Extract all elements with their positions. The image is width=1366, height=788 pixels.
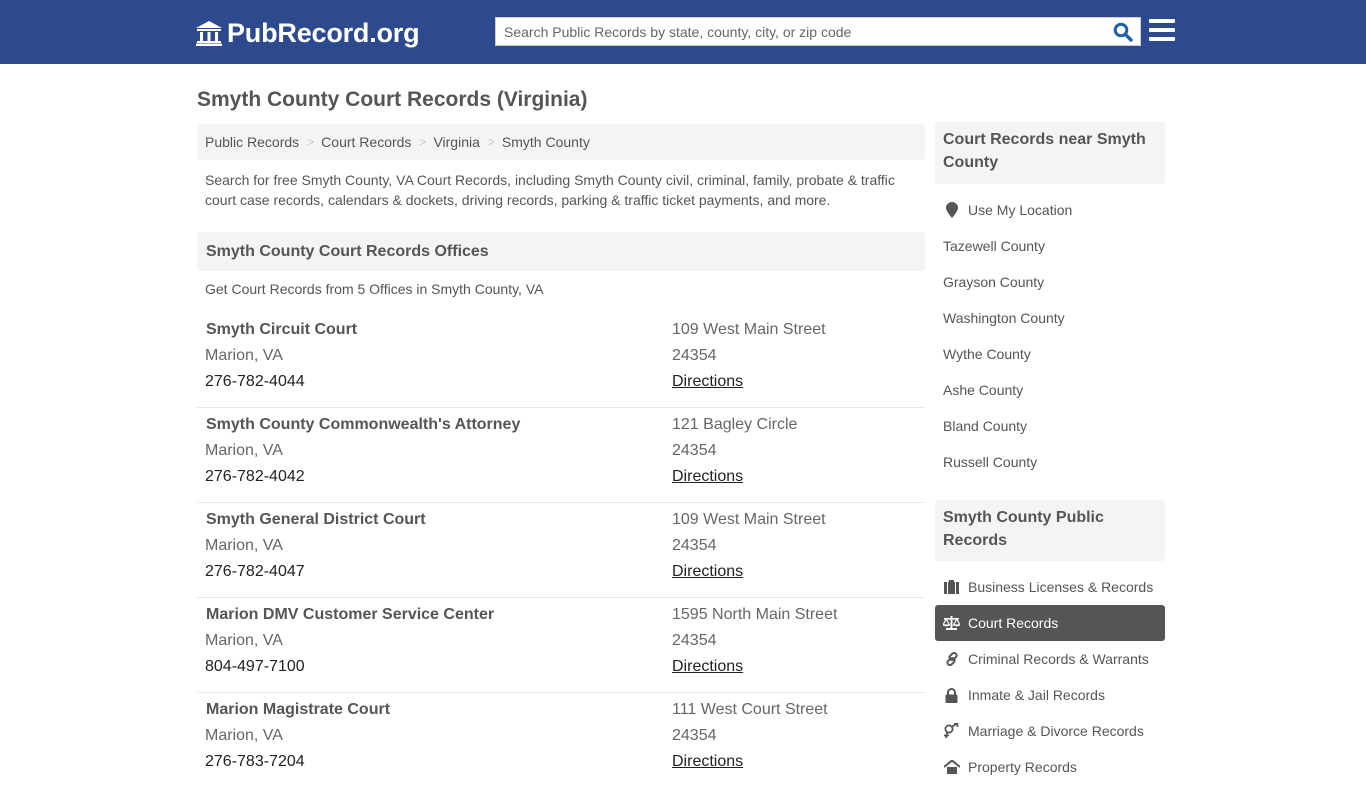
home-icon: [943, 759, 960, 775]
office-phone[interactable]: 276-783-7204: [205, 753, 305, 771]
office-phone[interactable]: 276-782-4047: [205, 563, 305, 581]
use-my-location-label: Use My Location: [968, 202, 1073, 218]
office-address: 111 West Court Street: [672, 701, 828, 718]
site-brand-name: PubRecord.org: [227, 17, 420, 48]
offices-section-heading: Smyth County Court Records Offices: [197, 232, 925, 271]
public-records-section-heading: Smyth County Public Records: [935, 500, 1165, 561]
nearby-county-link[interactable]: Ashe County: [935, 372, 1165, 408]
office-name: Marion DMV Customer Service Center: [206, 606, 495, 623]
office-city: Marion, VA: [205, 537, 283, 554]
office-city: Marion, VA: [205, 442, 283, 459]
link-icon: [943, 651, 960, 667]
sidebar-item-label: Marriage & Divorce Records: [968, 723, 1144, 739]
nearby-county-link[interactable]: Bland County: [935, 408, 1165, 444]
office-phone[interactable]: 276-782-4044: [205, 373, 305, 391]
directions-link[interactable]: Directions: [672, 753, 743, 771]
directions-link[interactable]: Directions: [672, 563, 743, 581]
search-input[interactable]: [496, 18, 1106, 45]
nearby-section-heading: Court Records near Smyth County: [935, 122, 1165, 184]
breadcrumb-separator: >: [419, 135, 427, 149]
gender-icon: [943, 723, 960, 739]
office-zip: 24354: [672, 727, 717, 744]
search-icon: [1113, 22, 1133, 42]
breadcrumb-court-records[interactable]: Court Records: [321, 134, 411, 150]
breadcrumb-separator: >: [307, 135, 315, 149]
office-address: 109 West Main Street: [672, 321, 826, 338]
sidebar-item-label: Inmate & Jail Records: [968, 687, 1105, 703]
office-listing: Smyth General District Court Marion, VA …: [197, 503, 925, 598]
briefcase-icon: [943, 579, 960, 595]
hamburger-menu-button[interactable]: [1149, 19, 1176, 43]
use-my-location-button[interactable]: Use My Location: [935, 192, 1165, 228]
intro-paragraph: Search for free Smyth County, VA Court R…: [205, 172, 895, 208]
directions-link[interactable]: Directions: [672, 658, 743, 676]
sidebar-item-criminal-records[interactable]: Criminal Records & Warrants: [935, 641, 1165, 677]
offices-count-text: Get Court Records from 5 Offices in Smyt…: [205, 281, 544, 297]
bank-building-icon: [196, 21, 222, 46]
sidebar-item-label: Property Records: [968, 759, 1077, 775]
sidebar-item-label: Court Records: [968, 615, 1059, 631]
sidebar-item-inmate-records[interactable]: Inmate & Jail Records: [935, 677, 1165, 713]
sidebar-item-business-licenses[interactable]: Business Licenses & Records: [935, 569, 1165, 605]
breadcrumb-virginia[interactable]: Virginia: [433, 134, 479, 150]
office-phone[interactable]: 276-782-4042: [205, 468, 305, 486]
office-address: 1595 North Main Street: [672, 606, 838, 623]
directions-link[interactable]: Directions: [672, 373, 743, 391]
sidebar-item-court-records[interactable]: Court Records: [935, 605, 1165, 641]
office-zip: 24354: [672, 632, 717, 649]
office-listing: Marion Magistrate Court Marion, VA 276-7…: [197, 693, 925, 788]
office-phone[interactable]: 804-497-7100: [205, 658, 305, 676]
office-name: Smyth Circuit Court: [206, 321, 358, 338]
lock-icon: [943, 687, 960, 703]
office-city: Marion, VA: [205, 347, 283, 364]
office-city: Marion, VA: [205, 727, 283, 744]
search-bar: [495, 17, 1141, 46]
sidebar-item-property-records[interactable]: Property Records: [935, 749, 1165, 785]
sidebar-item-label: Business Licenses & Records: [968, 579, 1154, 595]
menu-bar-icon: [1149, 28, 1175, 32]
office-zip: 24354: [672, 442, 717, 459]
site-logo-link[interactable]: PubRecord.org: [195, 17, 420, 49]
map-marker-icon: [943, 202, 960, 218]
office-listing: Marion DMV Customer Service Center Mario…: [197, 598, 925, 693]
page-title: Smyth County Court Records (Virginia): [197, 88, 588, 111]
office-name: Smyth General District Court: [206, 511, 426, 528]
office-zip: 24354: [672, 537, 717, 554]
breadcrumb-smyth-county[interactable]: Smyth County: [502, 134, 590, 150]
office-address: 121 Bagley Circle: [672, 416, 798, 433]
office-zip: 24354: [672, 347, 717, 364]
menu-bar-icon: [1149, 19, 1175, 23]
nearby-county-link[interactable]: Tazewell County: [935, 228, 1165, 264]
search-button[interactable]: [1110, 20, 1136, 44]
office-listing: Smyth County Commonwealth's Attorney Mar…: [197, 408, 925, 503]
nearby-county-link[interactable]: Russell County: [935, 444, 1165, 480]
breadcrumb-public-records[interactable]: Public Records: [205, 134, 299, 150]
nearby-county-link[interactable]: Wythe County: [935, 336, 1165, 372]
breadcrumb-separator: >: [487, 135, 495, 149]
office-address: 109 West Main Street: [672, 511, 826, 528]
office-name: Smyth County Commonwealth's Attorney: [206, 416, 521, 433]
sidebar-item-label: Criminal Records & Warrants: [968, 651, 1149, 667]
office-listing: Smyth Circuit Court Marion, VA 276-782-4…: [197, 313, 925, 408]
office-city: Marion, VA: [205, 632, 283, 649]
sidebar-item-marriage-records[interactable]: Marriage & Divorce Records: [935, 713, 1165, 749]
office-name: Marion Magistrate Court: [206, 701, 391, 718]
nearby-county-link[interactable]: Washington County: [935, 300, 1165, 336]
nearby-county-link[interactable]: Grayson County: [935, 264, 1165, 300]
top-navbar: PubRecord.org: [0, 0, 1366, 64]
directions-link[interactable]: Directions: [672, 468, 743, 486]
menu-bar-icon: [1149, 37, 1175, 41]
scale-icon: [943, 615, 960, 631]
breadcrumb: Public Records > Court Records > Virgini…: [197, 124, 925, 160]
